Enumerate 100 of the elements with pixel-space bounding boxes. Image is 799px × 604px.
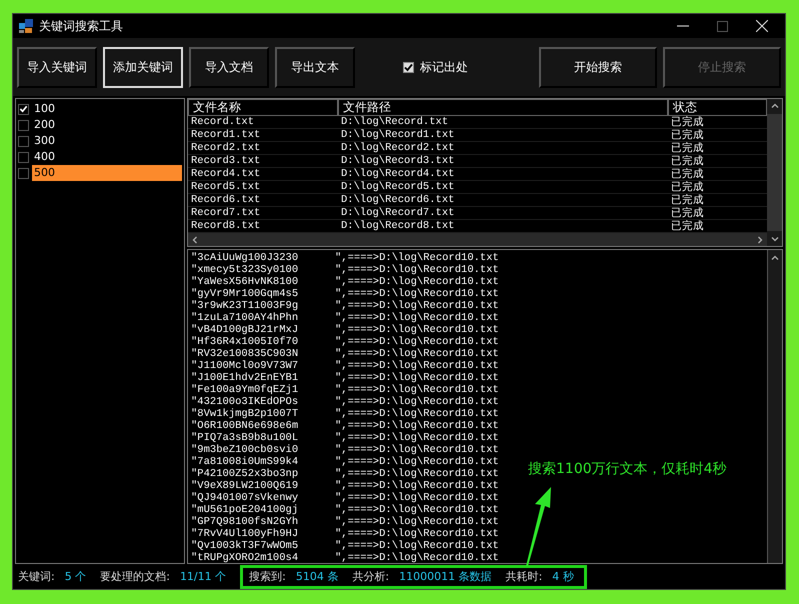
source-path: ",====>D:\log\Record10.txt xyxy=(335,432,499,444)
matched-text: "3cAiUuWg100J3230 xyxy=(191,252,300,264)
vertical-scrollbar[interactable] xyxy=(767,99,782,246)
app-icon xyxy=(19,19,33,33)
horizontal-scrollbar[interactable] xyxy=(188,233,767,246)
source-path: ",====>D:\log\Record10.txt xyxy=(335,456,499,468)
matched-text: "Hf36R4x1005I0f70 xyxy=(191,336,300,348)
toolbar-button[interactable]: 导入关键词 xyxy=(17,46,97,88)
source-path: ",====>D:\log\Record10.txt xyxy=(335,528,499,540)
source-path: ",====>D:\log\Record10.txt xyxy=(335,324,499,336)
source-path: ",====>D:\log\Record10.txt xyxy=(335,504,499,516)
source-path: ",====>D:\log\Record10.txt xyxy=(335,492,499,504)
matched-text: "vB4D100gBJ21rMxJ xyxy=(191,324,300,336)
status-label: 要处理的文档: xyxy=(100,569,170,584)
matched-text: "J100E1hdv2EnEYB1 xyxy=(191,372,300,384)
source-path: ",====>D:\log\Record10.txt xyxy=(335,276,499,288)
source-path: ",====>D:\log\Record10.txt xyxy=(335,468,499,480)
scroll-left-icon[interactable] xyxy=(191,236,199,244)
source-path: ",====>D:\log\Record10.txt xyxy=(335,408,499,420)
keyword-item[interactable]: 400 xyxy=(32,149,182,165)
matched-text: "7RvV4Ul100yFh9HJ xyxy=(191,528,300,540)
matched-text: "Qv1003kT3F7wWOm5 xyxy=(191,540,300,552)
maximize-icon[interactable] xyxy=(717,20,728,32)
keyword-item[interactable]: 300 xyxy=(32,133,182,149)
table-cell-text: D:\log\Record2.txt xyxy=(340,142,456,154)
table-cell-text: D:\log\Record4.txt xyxy=(340,168,456,180)
table-cell-text: D:\log\Record.txt xyxy=(340,116,450,128)
column-header[interactable]: 文件名称 xyxy=(188,99,338,116)
matched-text: "QJ9401007sVkenwy xyxy=(191,492,300,504)
matched-text: "tRUPgXORO2m100s4 xyxy=(191,552,300,564)
table-cell-text: Record8.txt xyxy=(190,220,262,232)
source-path: ",====>D:\log\Record10.txt xyxy=(335,348,499,360)
source-path: ",====>D:\log\Record10.txt xyxy=(335,288,499,300)
source-path: ",====>D:\log\Record10.txt xyxy=(335,264,499,276)
keyword-item[interactable]: 500 xyxy=(32,165,182,181)
table-cell-text: Record7.txt xyxy=(190,207,262,219)
matched-text: "9m3beZ100cb0svi0 xyxy=(191,444,300,456)
status-value: 11000011 条数据 xyxy=(399,569,492,584)
checkbox-label[interactable]: 标记出处 xyxy=(420,58,468,76)
checkbox[interactable] xyxy=(403,62,414,72)
status-label: 共耗时: xyxy=(506,569,542,584)
table-cell-text: 已完成 xyxy=(670,142,705,154)
matched-text: "432100o3IKEdOPOs xyxy=(191,396,300,408)
status-value: 11/11 个 xyxy=(180,569,226,584)
toolbar-button[interactable]: 添加关键词 xyxy=(103,46,183,88)
scroll-down-icon[interactable] xyxy=(770,235,778,243)
source-path: ",====>D:\log\Record10.txt xyxy=(335,312,499,324)
table-cell-text: Record5.txt xyxy=(190,181,262,193)
vertical-scrollbar[interactable] xyxy=(767,250,782,563)
keyword-item[interactable]: 200 xyxy=(32,117,182,133)
table-cell-text: 已完成 xyxy=(670,207,705,219)
matched-text: "1zuLa7100AY4hPhn xyxy=(191,312,300,324)
table-cell-text: 已完成 xyxy=(670,129,705,141)
table-cell-text: D:\log\Record8.txt xyxy=(340,220,456,232)
checkbox[interactable] xyxy=(18,120,29,130)
toolbar-button[interactable]: 导入文档 xyxy=(189,46,269,88)
table-cell-text: 已完成 xyxy=(670,116,705,128)
scroll-right-icon[interactable] xyxy=(756,236,764,244)
table-cell-text: 已完成 xyxy=(670,220,705,232)
source-path: ",====>D:\log\Record10.txt xyxy=(335,444,499,456)
source-path: ",====>D:\log\Record10.txt xyxy=(335,360,499,372)
checkbox[interactable] xyxy=(18,168,29,178)
checkbox[interactable] xyxy=(18,152,29,162)
source-path: ",====>D:\log\Record10.txt xyxy=(335,420,499,432)
checkbox[interactable] xyxy=(18,104,29,114)
action-button[interactable]: 开始搜索 xyxy=(539,46,657,88)
table-cell-text: D:\log\Record1.txt xyxy=(340,129,456,141)
keyword-item[interactable]: 100 xyxy=(32,101,182,117)
matched-text: "J1100Mcl0o9V73W7 xyxy=(191,360,300,372)
source-path: ",====>D:\log\Record10.txt xyxy=(335,516,499,528)
table-cell-text: D:\log\Record3.txt xyxy=(340,155,456,167)
matched-text: "RV32e100835C903N xyxy=(191,348,300,360)
source-path: ",====>D:\log\Record10.txt xyxy=(335,300,499,312)
close-icon[interactable] xyxy=(756,20,768,32)
source-path: ",====>D:\log\Record10.txt xyxy=(335,252,499,264)
table-cell-text: Record3.txt xyxy=(190,155,262,167)
source-path: ",====>D:\log\Record10.txt xyxy=(335,396,499,408)
status-label: 共分析: xyxy=(352,569,390,584)
table-cell-text: 已完成 xyxy=(670,168,705,180)
matched-text: "xmecy5t323Sy0100 xyxy=(191,264,300,276)
source-path: ",====>D:\log\Record10.txt xyxy=(335,336,499,348)
status-value: 4 秒 xyxy=(552,569,574,584)
matched-text: "YaWesX56HvNK8100 xyxy=(191,276,300,288)
status-value: 5104 条 xyxy=(296,569,338,584)
matched-text: "mU561poE204100gj xyxy=(191,504,300,516)
scroll-up-icon[interactable] xyxy=(771,254,779,262)
scroll-up-icon[interactable] xyxy=(770,102,778,110)
checkbox[interactable] xyxy=(18,136,29,146)
column-header[interactable]: 文件路径 xyxy=(338,99,668,116)
matched-text: "P42100Z52x3bo3np xyxy=(191,468,300,480)
annotation-text: 搜索1100万行文本，仅耗时4秒 xyxy=(528,460,727,478)
table-cell-text: D:\log\Record5.txt xyxy=(340,181,456,193)
source-path: ",====>D:\log\Record10.txt xyxy=(335,540,499,552)
column-header[interactable]: 状态 xyxy=(668,99,767,116)
toolbar-button[interactable]: 导出文本 xyxy=(275,46,355,88)
table-cell-text: 已完成 xyxy=(670,194,705,206)
source-path: ",====>D:\log\Record10.txt xyxy=(335,372,499,384)
source-path: ",====>D:\log\Record10.txt xyxy=(335,552,499,564)
matched-text: "GP7Q98100fsN2GYh xyxy=(191,516,300,528)
table-cell-text: Record1.txt xyxy=(190,129,262,141)
